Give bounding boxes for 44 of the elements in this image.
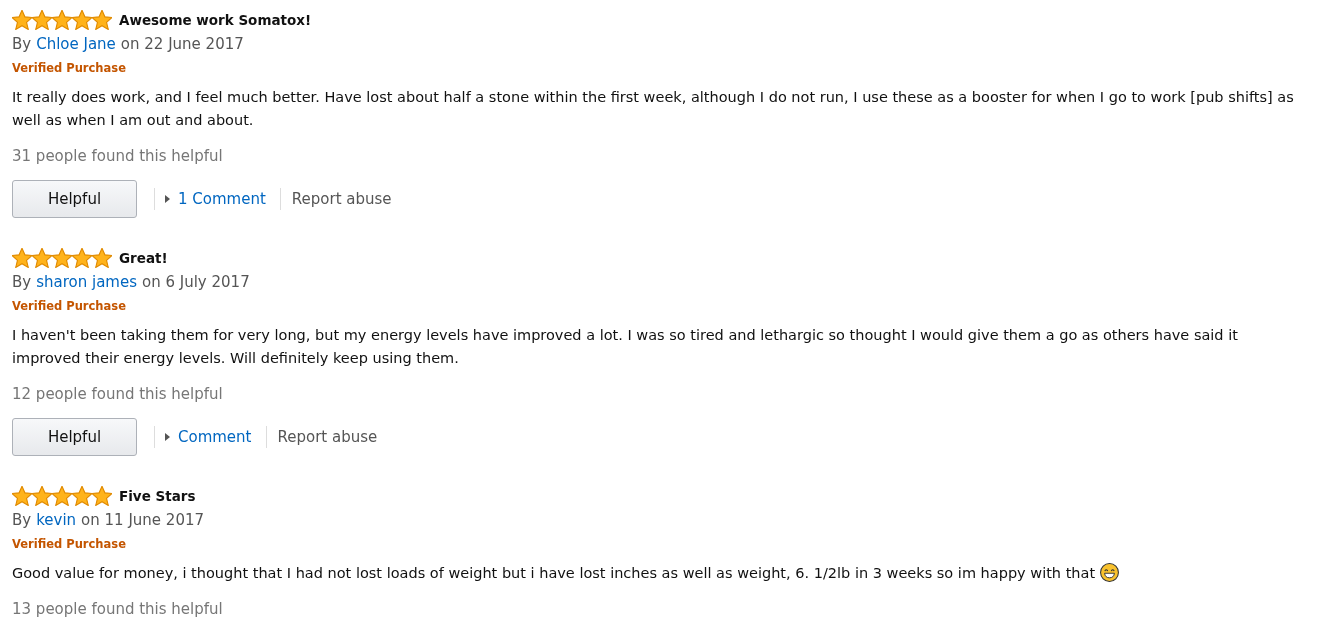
star-icon <box>92 486 112 506</box>
author-link[interactable]: sharon james <box>36 271 137 293</box>
verified-purchase-label: Verified Purchase <box>12 299 126 313</box>
verified-purchase-label: Verified Purchase <box>12 61 126 75</box>
star-icon <box>92 10 112 30</box>
star-icon <box>12 248 32 268</box>
review-title: Awesome work Somatox! <box>119 11 312 30</box>
review-title: Great! <box>119 249 168 268</box>
caret-icon <box>165 433 170 441</box>
star-icon <box>52 10 72 30</box>
star-icon <box>32 248 52 268</box>
review-text: I haven't been taking them for very long, but my energy levels have improved a lot. I was so tired and lethargic so thought I would give them a go as others have said it improved their energy levels. Will definitely keep using them. <box>12 326 1239 368</box>
caret-icon <box>165 195 170 203</box>
star-icon <box>72 248 92 268</box>
report-abuse-link[interactable]: Report abuse <box>277 428 378 446</box>
author-link[interactable]: kevin <box>36 509 77 531</box>
star-icon <box>32 10 52 30</box>
star-icon <box>72 10 92 30</box>
star-icon <box>52 248 72 268</box>
review-text: It really does work, and I feel much better. Have lost about half a stone within the first week, although I do not run, I use these as a booster for when I go to work [pub shifts] as well as when I am out and about. <box>12 88 1295 130</box>
helpful-button[interactable]: Helpful <box>12 180 137 218</box>
star-icon <box>12 486 32 506</box>
review-date: on 11 June 2017 <box>81 510 205 531</box>
helpful-count: 31 people found this helpful <box>12 147 223 165</box>
review-title: Five Stars <box>119 487 196 506</box>
author-link[interactable]: Chloe Jane <box>36 33 116 55</box>
helpful-button[interactable]: Helpful <box>12 418 137 456</box>
byline-prefix: By <box>12 510 32 531</box>
star-icon <box>72 486 92 506</box>
review-date: on 22 June 2017 <box>120 34 244 55</box>
star-icon <box>92 248 112 268</box>
star-icon <box>52 486 72 506</box>
verified-purchase-label: Verified Purchase <box>12 537 126 551</box>
star-icon <box>12 10 32 30</box>
star-icon <box>32 486 52 506</box>
comment-link[interactable]: 1 Comment <box>165 190 266 208</box>
report-abuse-link[interactable]: Report abuse <box>291 190 392 208</box>
byline-prefix: By <box>12 34 32 55</box>
helpful-count: 12 people found this helpful <box>12 385 223 403</box>
byline-prefix: By <box>12 272 32 293</box>
helpful-count: 13 people found this helpful <box>12 600 223 618</box>
comment-link[interactable]: Comment <box>165 428 252 446</box>
review-date: on 6 July 2017 <box>142 272 250 293</box>
review-text: Good value for money, i thought that I had not lost loads of weight but i have lost inches as well as weight, 6. 1/2lb in 3 weeks so im happy with that <box>12 562 1309 585</box>
